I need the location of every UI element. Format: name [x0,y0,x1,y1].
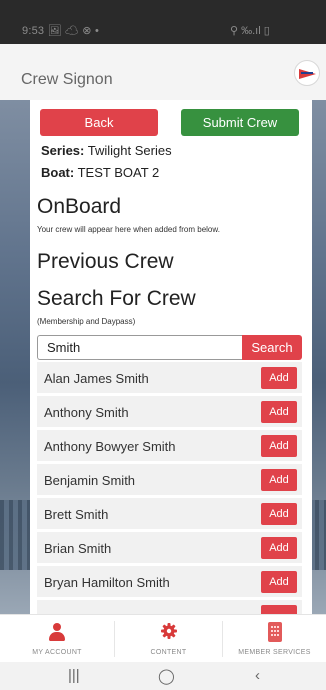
add-crew-button[interactable]: Add [261,469,297,491]
page-title: Crew Signon [21,71,113,88]
add-crew-button-partial[interactable] [261,605,297,614]
member-services-icon [267,622,282,642]
series-value: Twilight Series [87,143,172,158]
series-line: Series: Twilight Series [41,143,172,158]
gear-icon [160,623,177,639]
crew-signon-panel: Back Submit Crew Series: Twilight Series… [30,100,312,614]
search-crew-heading: Search For Crew [37,287,196,310]
submit-crew-button[interactable]: Submit Crew [181,109,299,136]
bottom-navigation: MY ACCOUNT CONTENT MEMBER SERVICES [0,614,326,662]
boat-key: Boat: [41,165,75,180]
boat-value: TEST BOAT 2 [77,165,160,180]
crew-name: Anthony Bowyer Smith [44,439,176,454]
list-item: Bryan Hamilton Smith Add [37,566,302,597]
crew-name: Benjamin Smith [44,473,136,488]
status-bar: 9:53 🖼 ☁ ⊗ • ⚲ ‰.ıl ▯ [0,0,326,44]
onboard-heading: OnBoard [37,195,122,218]
status-time-and-icons: 9:53 🖼 ☁ ⊗ • [22,25,100,37]
search-row: Smith Search [37,335,302,360]
nav-label: MEMBER SERVICES [238,649,311,656]
recents-icon[interactable]: ||| [68,667,80,684]
add-crew-button[interactable]: Add [261,571,297,593]
onboard-note: Your crew will appear here when added fr… [37,225,220,234]
person-icon-body [49,632,65,641]
list-item: Anthony Smith Add [37,396,302,427]
person-icon [49,623,65,641]
list-item-partial [37,600,302,614]
nav-my-account[interactable]: MY ACCOUNT [0,615,114,663]
nav-content[interactable]: CONTENT [115,615,222,663]
status-system-icons: ⚲ ‰.ıl ▯ [230,25,270,37]
android-navigation-bar: ||| ◯ ‹ [0,662,326,690]
previous-crew-heading: Previous Crew [37,250,174,273]
add-crew-button[interactable]: Add [261,435,297,457]
app-header: Crew Signon [0,44,326,100]
crew-name: Bryan Hamilton Smith [44,575,170,590]
club-burgee-logo [294,60,320,86]
crew-name: Anthony Smith [44,405,129,420]
list-item: Brian Smith Add [37,532,302,563]
home-icon[interactable]: ◯ [158,667,175,685]
back-button[interactable]: Back [40,109,158,136]
burgee-flag-icon [299,69,316,79]
nav-member-services[interactable]: MEMBER SERVICES [223,615,326,663]
add-crew-button[interactable]: Add [261,401,297,423]
search-button[interactable]: Search [242,335,302,360]
crew-name: Brett Smith [44,507,109,522]
burgee-stripe [301,72,313,74]
search-input[interactable]: Smith [37,335,244,360]
list-item: Anthony Bowyer Smith Add [37,430,302,461]
series-key: Series: [41,143,85,158]
nav-label: MY ACCOUNT [32,649,82,656]
search-note: (Membership and Daypass) [37,317,136,326]
add-crew-button[interactable]: Add [261,367,297,389]
back-icon[interactable]: ‹ [255,667,260,684]
crew-name: Alan James Smith [44,371,149,386]
boat-line: Boat: TEST BOAT 2 [41,165,159,180]
crew-name: Brian Smith [44,541,112,556]
nav-label: CONTENT [150,649,187,656]
list-item: Brett Smith Add [37,498,302,529]
add-crew-button[interactable]: Add [261,503,297,525]
list-item: Benjamin Smith Add [37,464,302,495]
add-crew-button[interactable]: Add [261,537,297,559]
list-item: Alan James Smith Add [37,362,302,393]
person-icon-head [53,623,61,631]
